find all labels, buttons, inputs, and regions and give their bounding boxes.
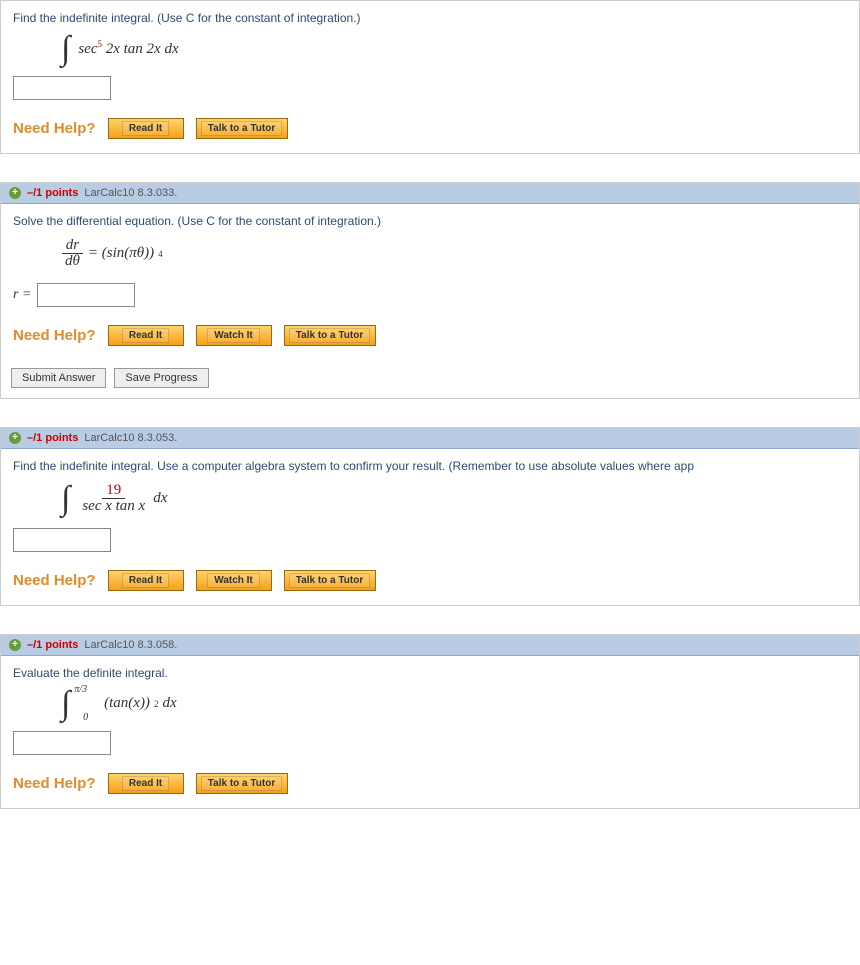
q4-prompt: Evaluate the definite integral. xyxy=(13,666,847,680)
q3-frac: 19 sec x tan x xyxy=(78,483,149,514)
q3-math: ∫ 19 sec x tan x dx xyxy=(61,483,847,514)
q1-expr: sec5 2x tan 2x dx xyxy=(78,39,178,58)
q2-ref: LarCalc10 8.3.033. xyxy=(84,187,177,199)
q4-ref: LarCalc10 8.3.058. xyxy=(84,639,177,651)
watch-it-button[interactable]: Watch It xyxy=(196,570,272,591)
talk-to-tutor-button[interactable]: Talk to a Tutor xyxy=(196,773,288,794)
save-progress-button[interactable]: Save Progress xyxy=(114,368,208,388)
q4-lower-limit: 0 xyxy=(83,712,88,723)
q2-prompt: Solve the differential equation. (Use C … xyxy=(13,214,847,228)
q1-math: ∫ sec5 2x tan 2x dx xyxy=(61,35,847,62)
q4-math: ∫ π/3 0 (tan(x))2 dx xyxy=(61,690,847,717)
talk-to-tutor-button[interactable]: Talk to a Tutor xyxy=(284,325,376,346)
question-2: + –/1 points LarCalc10 8.3.033. Solve th… xyxy=(0,182,860,399)
integral-icon: ∫ xyxy=(61,690,70,717)
integral-icon: ∫ xyxy=(61,35,70,62)
expand-icon[interactable]: + xyxy=(9,187,21,199)
q1-prompt: Find the indefinite integral. (Use C for… xyxy=(13,11,847,25)
question-1: Find the indefinite integral. (Use C for… xyxy=(0,0,860,154)
q3-points: –/1 points xyxy=(27,432,78,444)
read-it-button[interactable]: Read It xyxy=(108,570,184,591)
integral-icon: ∫ xyxy=(61,485,70,512)
q2-rvar: r = xyxy=(13,287,31,303)
q2-header: + –/1 points LarCalc10 8.3.033. xyxy=(1,183,859,204)
need-help-label: Need Help? xyxy=(13,327,96,344)
expand-icon[interactable]: + xyxy=(9,432,21,444)
q2-points: –/1 points xyxy=(27,187,78,199)
question-3: + –/1 points LarCalc10 8.3.053. Find the… xyxy=(0,427,860,606)
question-4: + –/1 points LarCalc10 8.3.058. Evaluate… xyxy=(0,634,860,809)
watch-it-button[interactable]: Watch It xyxy=(196,325,272,346)
read-it-button[interactable]: Read It xyxy=(108,118,184,139)
read-it-button[interactable]: Read It xyxy=(108,325,184,346)
q3-header: + –/1 points LarCalc10 8.3.053. xyxy=(1,428,859,449)
q4-answer-input[interactable] xyxy=(13,731,111,755)
need-help-label: Need Help? xyxy=(13,572,96,589)
q4-header: + –/1 points LarCalc10 8.3.058. xyxy=(1,635,859,656)
talk-to-tutor-button[interactable]: Talk to a Tutor xyxy=(196,118,288,139)
q3-prompt: Find the indefinite integral. Use a comp… xyxy=(13,459,847,473)
submit-answer-button[interactable]: Submit Answer xyxy=(11,368,106,388)
q1-answer-input[interactable] xyxy=(13,76,111,100)
q4-upper-limit: π/3 xyxy=(74,684,87,695)
q3-answer-input[interactable] xyxy=(13,528,111,552)
q3-ref: LarCalc10 8.3.053. xyxy=(84,432,177,444)
q2-answer-input[interactable] xyxy=(37,283,135,307)
need-help-label: Need Help? xyxy=(13,775,96,792)
q4-points: –/1 points xyxy=(27,639,78,651)
talk-to-tutor-button[interactable]: Talk to a Tutor xyxy=(284,570,376,591)
expand-icon[interactable]: + xyxy=(9,639,21,651)
read-it-button[interactable]: Read It xyxy=(108,773,184,794)
q2-math: dr dθ = (sin(πθ))4 xyxy=(61,238,847,269)
need-help-label: Need Help? xyxy=(13,120,96,137)
q2-lhs-frac: dr dθ xyxy=(61,238,84,269)
